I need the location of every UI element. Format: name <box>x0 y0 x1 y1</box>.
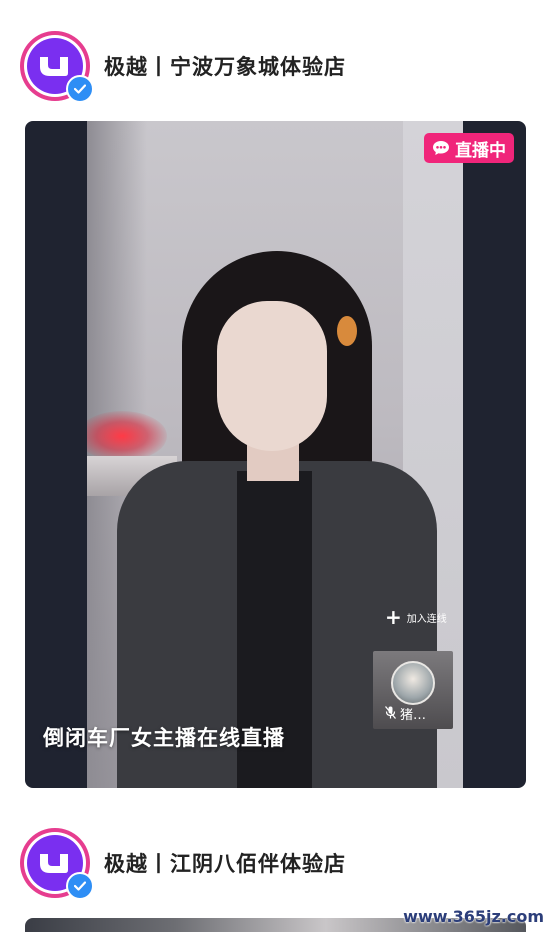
plus-icon: + <box>385 605 402 629</box>
live-stream-card[interactable]: 直播中 + 加入连线 猪… 倒闭车厂女主播在线直播 <box>25 121 526 788</box>
guest-info: 猪… <box>385 704 426 723</box>
red-lamp <box>87 411 167 461</box>
guest-avatar <box>391 661 435 705</box>
stream-title: 倒闭车厂女主播在线直播 <box>43 726 285 750</box>
verified-check-icon <box>66 872 94 900</box>
live-badge-label: 直播中 <box>455 140 506 161</box>
watermark: www.365jz.com <box>403 907 544 926</box>
live-chat-icon <box>433 141 449 155</box>
join-call-button[interactable]: + 加入连线 <box>385 607 447 627</box>
mic-off-icon <box>385 705 396 722</box>
guest-window[interactable]: 猪… <box>373 651 453 729</box>
account-name[interactable]: 极越丨宁波万象城体验店 <box>104 51 346 81</box>
avatar[interactable] <box>20 828 94 900</box>
account-header[interactable]: 极越丨江阴八佰伴体验店 <box>20 825 346 901</box>
live-badge[interactable]: 直播中 <box>424 133 514 163</box>
streamer-face <box>217 301 327 451</box>
account-name[interactable]: 极越丨江阴八佰伴体验店 <box>104 848 346 878</box>
verified-check-icon <box>66 75 94 103</box>
guest-name: 猪… <box>400 708 427 723</box>
account-header[interactable]: 极越丨宁波万象城体验店 <box>20 28 346 104</box>
avatar[interactable] <box>20 31 94 103</box>
hair-clip <box>337 316 357 346</box>
join-call-label: 加入连线 <box>406 613 447 625</box>
feed: 极越丨宁波万象城体验店 直播中 + 加入连线 猪… 倒闭车厂女主播在线直播 极越… <box>0 0 550 932</box>
